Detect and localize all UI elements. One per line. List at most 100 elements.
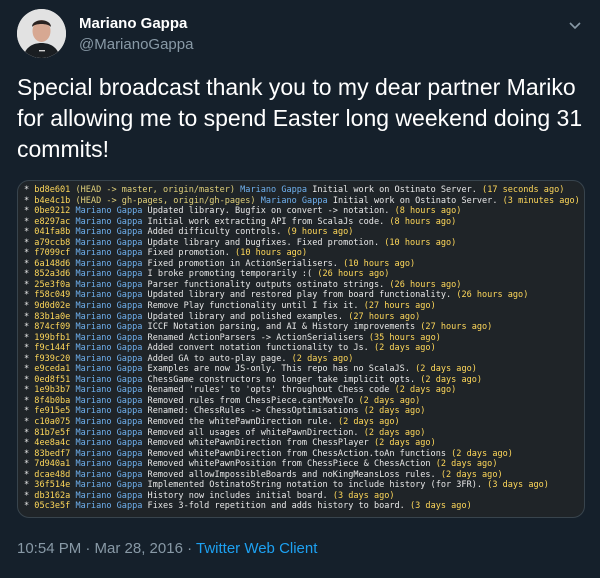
log-author: Mariano Gappa (75, 279, 143, 290)
log-author: Mariano Gappa (75, 301, 143, 312)
log-hash: 4ee8a4c (34, 438, 71, 449)
log-line: * 83bedf7 Mariano Gappa Removed whitePaw… (24, 448, 513, 459)
log-time: (27 hours ago) (348, 311, 421, 322)
log-hash: 041fa8b (34, 227, 71, 238)
log-message: Updated library. Bugfix on convert -> no… (147, 206, 390, 217)
log-message: Added GA to auto-play page. (147, 353, 287, 364)
log-hash: b4e4c1b (34, 195, 71, 206)
log-author: Mariano Gappa (75, 290, 143, 301)
log-author: Mariano Gappa (75, 322, 143, 333)
log-message: I broke promoting temporarily :( (147, 269, 313, 280)
log-time: (3 minutes ago) (502, 195, 580, 206)
log-time: (2 days ago) (363, 406, 426, 417)
avatar[interactable] (17, 9, 66, 58)
log-line: * 874cf09 Mariano Gappa ICCF Notation pa… (24, 322, 493, 333)
log-time: (2 days ago) (420, 374, 483, 385)
log-hash: db3162a (34, 490, 71, 501)
log-author: Mariano Gappa (75, 438, 143, 449)
log-line: * c10a075 Mariano Gappa Removed the whit… (24, 417, 400, 428)
log-time: (2 days ago) (435, 459, 498, 470)
log-message: Parser functionality outputs ostinato st… (147, 279, 385, 290)
log-message: Initial work on Ostinato Server. (312, 185, 477, 195)
user-name[interactable]: Mariano Gappa (79, 15, 187, 32)
log-message: Renamed ActionParsers -> ActionSerialise… (147, 332, 364, 343)
log-line: * e8297ac Mariano Gappa Initial work ext… (24, 216, 457, 227)
log-author: Mariano Gappa (75, 374, 143, 385)
log-author: Mariano Gappa (75, 490, 143, 501)
tweet-text: Special broadcast thank you to my dear p… (17, 74, 583, 162)
log-time: (3 days ago) (410, 501, 472, 512)
log-hash: dcae48d (34, 469, 71, 480)
log-message: Removed whitePawnPosition from ChessPiec… (147, 459, 431, 470)
log-hash: bd8e601 (34, 185, 71, 195)
log-author: Mariano Gappa (75, 459, 143, 470)
log-time: (26 hours ago) (456, 290, 529, 301)
log-time: (8 hours ago) (389, 216, 457, 227)
log-hash: fe915e5 (34, 406, 71, 417)
log-author: Mariano Gappa (75, 406, 143, 417)
tweet-header: Mariano Gappa @MarianoGappa (17, 9, 583, 59)
log-author: Mariano Gappa (75, 216, 143, 227)
log-hash: 199bfb1 (34, 332, 71, 343)
user-handle[interactable]: @MarianoGappa (79, 36, 193, 53)
log-hash: 05c3e5f (34, 501, 71, 512)
log-hash: 25e3f0a (34, 279, 71, 290)
log-time: (27 hours ago) (363, 301, 436, 312)
log-message: ChessGame constructors no longer take im… (147, 374, 416, 385)
attached-image-git-log[interactable]: * bd8e601 (HEAD -> master, origin/master… (17, 180, 585, 518)
log-message: Removed the whitePawnDirection rule. (147, 417, 333, 428)
log-line: * 041fa8b Mariano Gappa Added difficulty… (24, 227, 354, 238)
log-message: Fixed promotion. (147, 248, 230, 259)
log-author: Mariano Gappa (75, 469, 143, 480)
log-time: (2 days ago) (363, 427, 426, 438)
log-hash: a79ccb8 (34, 237, 71, 248)
log-time: (2 days ago) (373, 343, 436, 354)
log-time: (2 days ago) (451, 448, 513, 459)
log-line: * f7099cf Mariano Gappa Fixed promotion.… (24, 248, 308, 259)
log-line: * a79ccb8 Mariano Gappa Update library a… (24, 237, 457, 248)
log-message: Removed whitePawnDirection from ChessPla… (147, 438, 369, 449)
log-hash: 83bedf7 (34, 448, 71, 459)
log-author: Mariano Gappa (260, 195, 328, 206)
log-author: Mariano Gappa (240, 185, 308, 195)
log-message: Initial work on Ostinato Server. (332, 195, 498, 206)
log-message: Updated library and restored play from b… (147, 290, 452, 301)
chevron-down-icon[interactable] (567, 17, 583, 33)
log-line: * 6a148d6 Mariano Gappa Fixed promotion … (24, 258, 416, 269)
log-time: (2 days ago) (373, 438, 436, 449)
log-line: * 7d940a1 Mariano Gappa Removed whitePaw… (24, 459, 498, 470)
log-author: Mariano Gappa (75, 332, 143, 343)
log-line: * 83b1a0e Mariano Gappa Updated library … (24, 311, 421, 322)
log-line: * f939c20 Mariano Gappa Added GA to auto… (24, 353, 354, 364)
log-message: Renamed: ChessRules -> ChessOptimisation… (147, 406, 359, 417)
log-message: Implemented OstinatoString notation to i… (147, 480, 483, 491)
log-refs: (HEAD -> master, origin/master) (75, 185, 235, 195)
log-hash: f9c144f (34, 343, 71, 354)
log-time: (3 days ago) (332, 490, 395, 501)
log-line: * 9d0d02e Mariano Gappa Remove Play func… (24, 301, 436, 312)
log-author: Mariano Gappa (75, 395, 143, 406)
log-message: Added convert notation functionality to … (147, 343, 369, 354)
log-line: * 05c3e5f Mariano Gappa Fixes 3-fold rep… (24, 501, 472, 512)
log-line: * 8f4b0ba Mariano Gappa Removed rules fr… (24, 395, 421, 406)
log-line: * 852a3d6 Mariano Gappa I broke promotin… (24, 269, 390, 280)
log-hash: 9d0d02e (34, 301, 71, 312)
log-message: ICCF Notation parsing, and AI & History … (147, 322, 416, 333)
log-time: (2 days ago) (358, 395, 421, 406)
log-message: History now includes initial board. (147, 490, 328, 501)
tweet-timestamp[interactable]: 10:54 PM · Mar 28, 2016 · (17, 540, 196, 557)
log-author: Mariano Gappa (75, 269, 143, 280)
log-message: Removed allowImpossibleBoards and noKing… (147, 469, 436, 480)
log-time: (10 hours ago) (384, 237, 457, 248)
log-line: * db3162a Mariano Gappa History now incl… (24, 490, 395, 501)
log-author: Mariano Gappa (75, 343, 143, 354)
tweet-client-link[interactable]: Twitter Web Client (196, 540, 317, 557)
log-author: Mariano Gappa (75, 237, 143, 248)
log-line: * f9c144f Mariano Gappa Added convert no… (24, 343, 436, 354)
log-line: * dcae48d Mariano Gappa Removed allowImp… (24, 469, 503, 480)
log-time: (10 hours ago) (235, 248, 308, 259)
log-hash: 6a148d6 (34, 258, 71, 269)
log-message: Removed whitePawnDirection from ChessAct… (147, 448, 446, 459)
profile-photo-icon (17, 9, 66, 58)
log-time: (26 hours ago) (317, 269, 390, 280)
